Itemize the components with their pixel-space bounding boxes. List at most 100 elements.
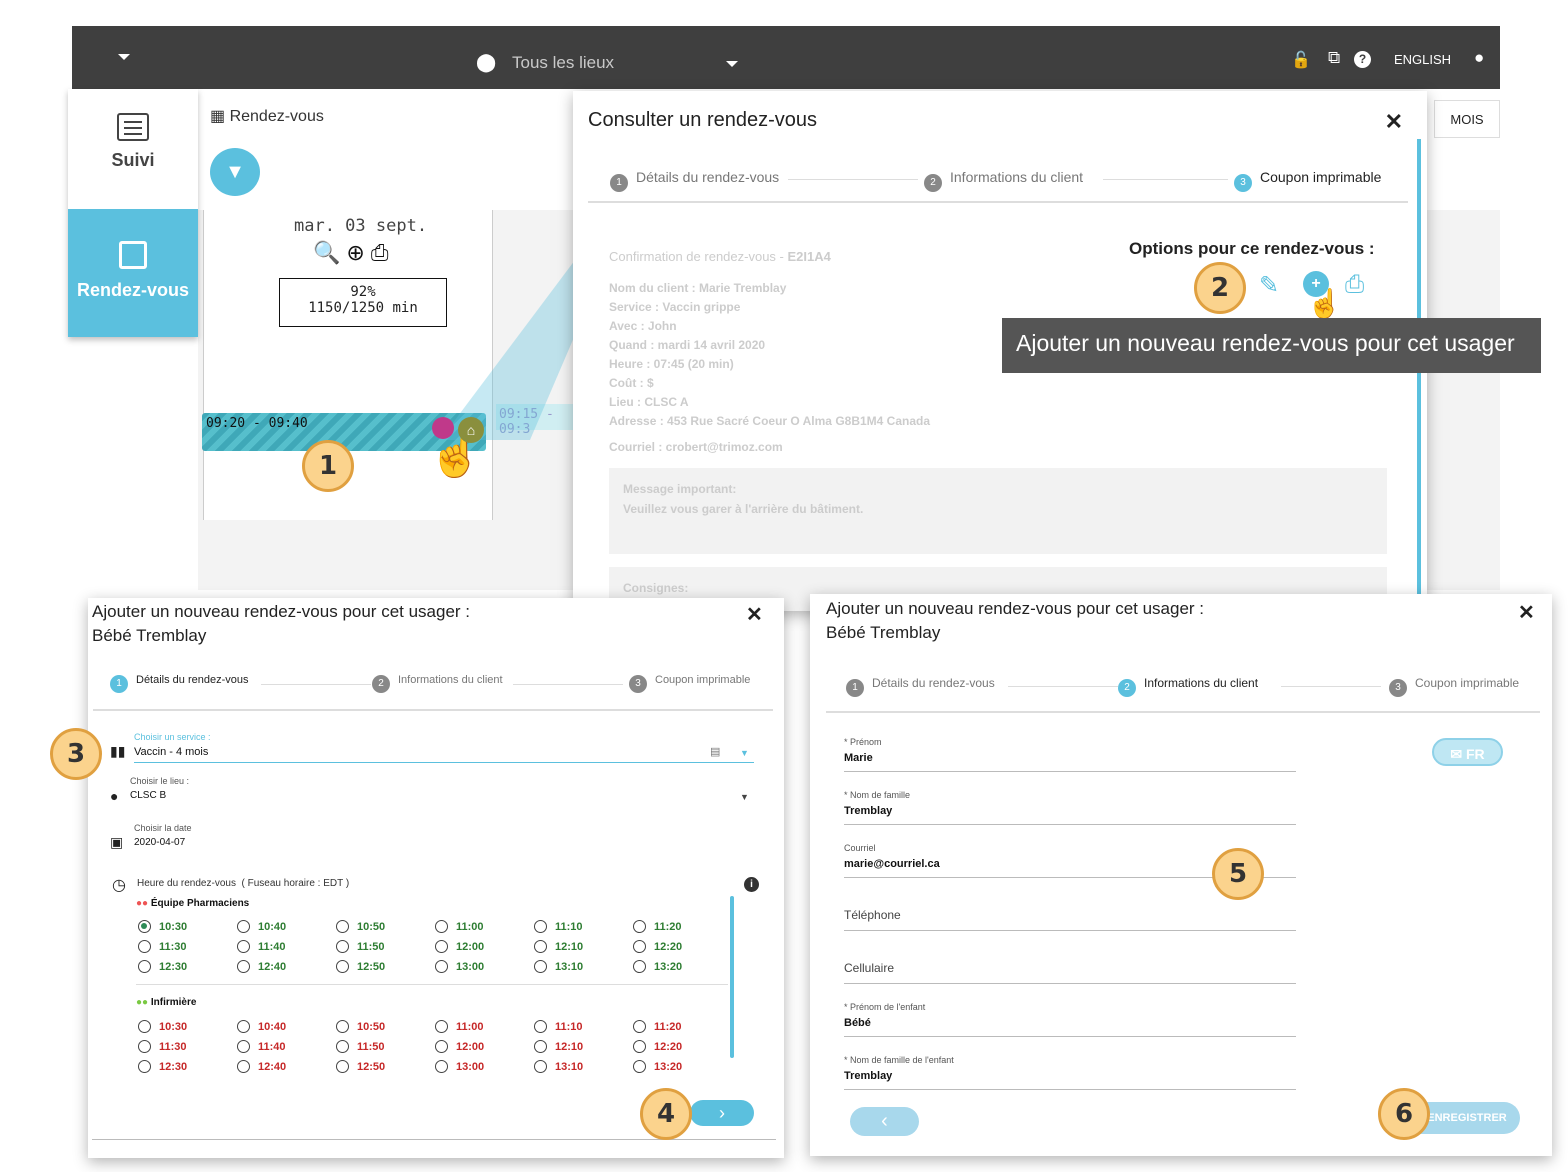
- time-slot-radio[interactable]: 12:20: [633, 940, 682, 953]
- radio-icon[interactable]: [534, 960, 547, 973]
- radio-icon[interactable]: [534, 1060, 547, 1073]
- time-slot-radio[interactable]: 11:30: [138, 1040, 187, 1053]
- back-button[interactable]: ‹: [850, 1107, 919, 1136]
- radio-icon[interactable]: [237, 920, 250, 933]
- step-details[interactable]: 1 Détails du rendez-vous: [846, 676, 995, 697]
- time-slot-radio[interactable]: 12:30: [138, 960, 187, 973]
- step-coupon[interactable]: 3 Coupon imprimable: [1234, 169, 1381, 192]
- date-field[interactable]: 2020-04-07: [134, 837, 185, 848]
- radio-icon[interactable]: [237, 960, 250, 973]
- time-slot-radio[interactable]: 10:30: [138, 920, 187, 933]
- step-client[interactable]: 2 Informations du client: [372, 674, 503, 693]
- client-input[interactable]: Bébé: [844, 1017, 871, 1029]
- language-toggle[interactable]: ENGLISH: [1394, 52, 1451, 67]
- time-slot-radio[interactable]: 11:40: [237, 940, 286, 953]
- user-icon[interactable]: ●: [1474, 48, 1484, 68]
- chevron-down-icon[interactable]: ▼: [740, 792, 749, 802]
- time-slot-radio[interactable]: 12:20: [633, 1040, 682, 1053]
- time-slot-radio[interactable]: 13:00: [435, 1060, 484, 1073]
- menu-dropdown-icon[interactable]: [118, 54, 130, 60]
- help-icon[interactable]: ?: [1354, 51, 1371, 68]
- service-select[interactable]: Vaccin - 4 mois: [134, 746, 208, 758]
- language-fr-button[interactable]: ✉ FR: [1432, 738, 1503, 766]
- radio-icon[interactable]: [534, 1040, 547, 1053]
- radio-icon[interactable]: [138, 920, 151, 933]
- print-icon[interactable]: ⎙: [1345, 271, 1364, 299]
- time-slot-radio[interactable]: 10:30: [138, 1020, 187, 1033]
- time-slot-radio[interactable]: 13:20: [633, 1060, 682, 1073]
- radio-icon[interactable]: [435, 940, 448, 953]
- radio-icon[interactable]: [336, 1040, 349, 1053]
- scrollbar[interactable]: [730, 896, 734, 1058]
- radio-icon[interactable]: [336, 960, 349, 973]
- time-slot-radio[interactable]: 12:40: [237, 1060, 286, 1073]
- month-view-button[interactable]: MOIS: [1434, 100, 1500, 138]
- sidebar-item-suivi[interactable]: Suivi: [68, 89, 198, 209]
- time-slot-radio[interactable]: 11:40: [237, 1040, 286, 1053]
- radio-icon[interactable]: [138, 1040, 151, 1053]
- client-input[interactable]: marie@courriel.ca: [844, 858, 940, 870]
- client-input-placeholder[interactable]: Téléphone: [844, 908, 901, 922]
- time-slot-radio[interactable]: 10:50: [336, 1020, 385, 1033]
- list-view-icon[interactable]: ▤: [710, 745, 720, 758]
- time-slot-radio[interactable]: 11:20: [633, 1020, 682, 1033]
- radio-icon[interactable]: [435, 1060, 448, 1073]
- external-link-icon[interactable]: ⧉: [1328, 48, 1340, 68]
- radio-icon[interactable]: [237, 1040, 250, 1053]
- time-slot-radio[interactable]: 12:30: [138, 1060, 187, 1073]
- radio-icon[interactable]: [534, 920, 547, 933]
- chevron-down-icon[interactable]: ▼: [740, 748, 749, 758]
- radio-icon[interactable]: [336, 940, 349, 953]
- time-slot-radio[interactable]: 13:00: [435, 960, 484, 973]
- time-slot-radio[interactable]: 12:40: [237, 960, 286, 973]
- radio-icon[interactable]: [336, 920, 349, 933]
- step-client[interactable]: 2 Informations du client: [1118, 676, 1258, 697]
- radio-icon[interactable]: [534, 1020, 547, 1033]
- step-coupon[interactable]: 3 Coupon imprimable: [1389, 676, 1519, 697]
- radio-icon[interactable]: [435, 960, 448, 973]
- client-input-placeholder[interactable]: Cellulaire: [844, 961, 894, 975]
- step-details[interactable]: 1 Détails du rendez-vous: [610, 169, 779, 192]
- add-circle-icon[interactable]: ⊕: [346, 240, 370, 265]
- time-slot-radio[interactable]: 12:10: [534, 1040, 583, 1053]
- time-slot-radio[interactable]: 11:50: [336, 940, 385, 953]
- location-select[interactable]: Tous les lieux: [512, 53, 614, 73]
- scrollbar[interactable]: [1417, 139, 1421, 609]
- time-slot-radio[interactable]: 11:00: [435, 1020, 484, 1033]
- radio-icon[interactable]: [138, 940, 151, 953]
- lieu-select[interactable]: CLSC B: [130, 790, 166, 801]
- radio-icon[interactable]: [633, 1020, 646, 1033]
- time-slot-radio[interactable]: 13:10: [534, 1060, 583, 1073]
- radio-icon[interactable]: [336, 1020, 349, 1033]
- radio-icon[interactable]: [633, 1060, 646, 1073]
- info-icon[interactable]: i: [744, 877, 759, 892]
- radio-icon[interactable]: [435, 920, 448, 933]
- filter-button[interactable]: ▼: [210, 148, 260, 196]
- time-slot-radio[interactable]: 11:20: [633, 920, 682, 933]
- radio-icon[interactable]: [633, 940, 646, 953]
- edit-icon[interactable]: ✎: [1259, 271, 1279, 300]
- close-icon[interactable]: ✕: [1385, 109, 1403, 135]
- sidebar-item-rendez-vous[interactable]: Rendez-vous: [68, 209, 198, 337]
- step-coupon[interactable]: 3 Coupon imprimable: [629, 674, 750, 693]
- location-dropdown-icon[interactable]: [726, 61, 738, 67]
- radio-icon[interactable]: [435, 1020, 448, 1033]
- client-input[interactable]: Tremblay: [844, 1070, 892, 1082]
- radio-icon[interactable]: [237, 940, 250, 953]
- time-slot-radio[interactable]: 12:50: [336, 1060, 385, 1073]
- radio-icon[interactable]: [633, 1040, 646, 1053]
- time-slot-radio[interactable]: 12:10: [534, 940, 583, 953]
- radio-icon[interactable]: [237, 1060, 250, 1073]
- client-input[interactable]: Marie: [844, 752, 873, 764]
- time-slot-radio[interactable]: 10:50: [336, 920, 385, 933]
- close-icon[interactable]: ✕: [1518, 600, 1535, 625]
- radio-icon[interactable]: [534, 940, 547, 953]
- time-slot-radio[interactable]: 11:10: [534, 920, 583, 933]
- radio-icon[interactable]: [138, 1060, 151, 1073]
- radio-icon[interactable]: [633, 960, 646, 973]
- time-slot-radio[interactable]: 11:50: [336, 1040, 385, 1053]
- time-slot-radio[interactable]: 10:40: [237, 920, 286, 933]
- time-slot-radio[interactable]: 10:40: [237, 1020, 286, 1033]
- time-slot-radio[interactable]: 12:50: [336, 960, 385, 973]
- radio-icon[interactable]: [633, 920, 646, 933]
